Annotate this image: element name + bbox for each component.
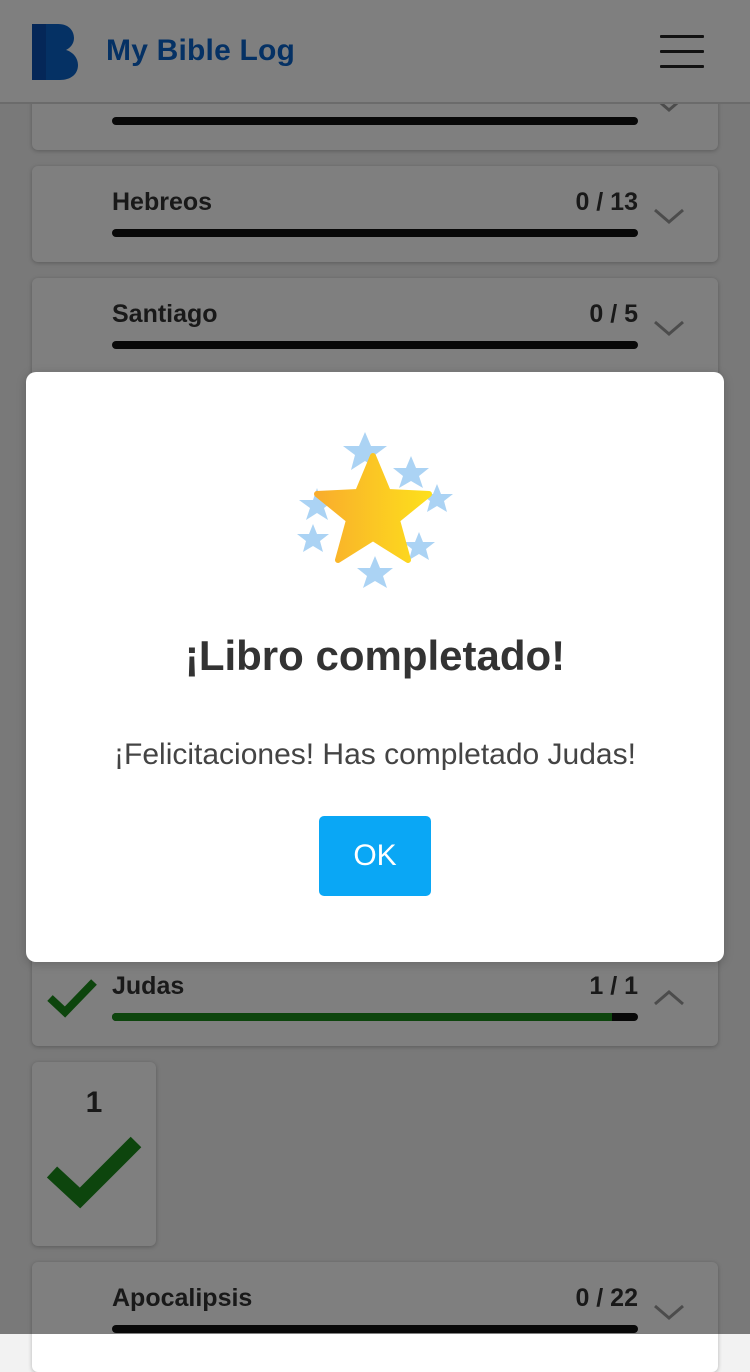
dialog-title: ¡Libro completado! [184,632,566,679]
dialog-message: ¡Felicitaciones! Has completado Judas! [114,738,636,771]
ok-button[interactable]: OK [319,816,431,896]
star-celebration-icon [297,432,453,588]
book-completed-dialog: ¡Libro completado! ¡Felicitaciones! Has … [26,372,724,962]
